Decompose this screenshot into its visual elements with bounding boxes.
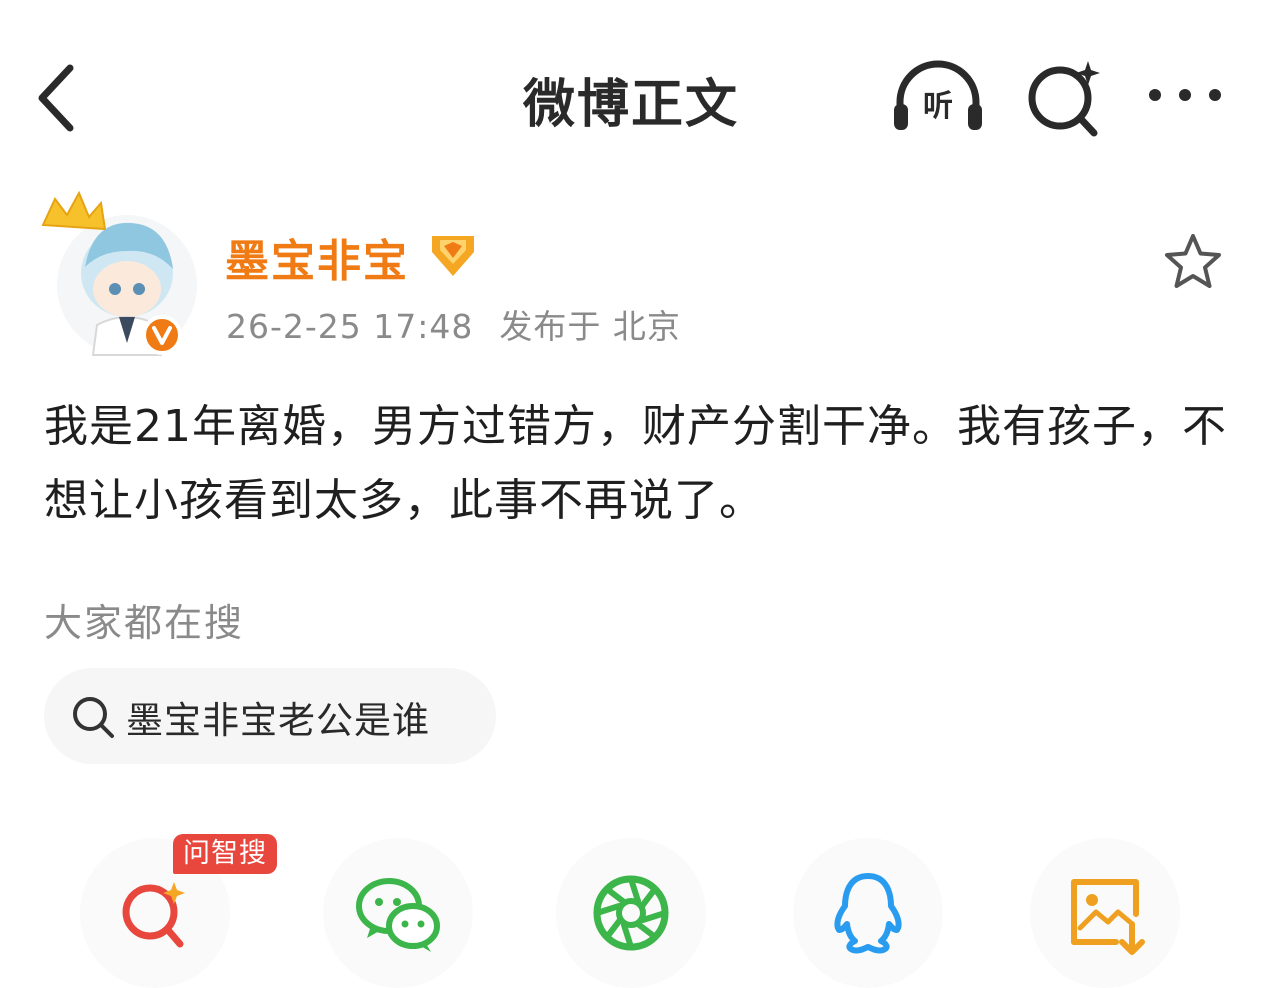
search-button[interactable] [1020,55,1110,140]
trending-search-text: 墨宝非宝老公是谁 [126,699,430,742]
post-content: 我是21年离婚，男方过错方，财产分割干净。我有孩子，不想让小孩看到太多，此事不再… [44,401,1227,526]
save-image-icon [1071,879,1145,955]
member-badge-icon[interactable] [428,230,478,280]
trending-heading: 大家都在搜 [44,601,245,645]
ai-search-tag: 问智搜 [173,834,277,874]
post-meta: 26-2-25 17:48 发布于 北京 [226,300,681,348]
save-image-share-button[interactable] [1030,838,1180,988]
qq-icon [834,873,902,954]
post-location: 发布于 北京 [499,307,681,346]
star-icon [1165,234,1221,288]
crown-icon [41,190,107,231]
headphones-icon: 听 [894,60,982,130]
listen-label: 听 [923,89,953,124]
wechat-icon [356,878,440,952]
search-icon [73,697,114,738]
ellipsis-icon [1149,89,1221,101]
more-options-button[interactable] [1145,78,1225,112]
listen-button[interactable]: 听 [888,60,988,135]
trending-search-chip[interactable]: 墨宝非宝老公是谁 [44,668,496,764]
ai-search-icon [122,882,185,948]
moments-share-button[interactable] [556,838,706,988]
sparkle-search-icon [1028,61,1100,137]
top-nav-bar: 微博正文 听 [0,0,1262,190]
verified-icon [142,315,182,355]
moments-icon [593,875,669,951]
author-name[interactable]: 墨宝非宝 [225,225,409,289]
author-avatar[interactable] [35,185,210,360]
favorite-button[interactable] [1160,230,1226,296]
post-timestamp: 26-2-25 17:48 [226,307,474,346]
qq-share-button[interactable] [793,838,943,988]
wechat-share-button[interactable] [323,838,473,988]
avatar-image [41,190,197,356]
